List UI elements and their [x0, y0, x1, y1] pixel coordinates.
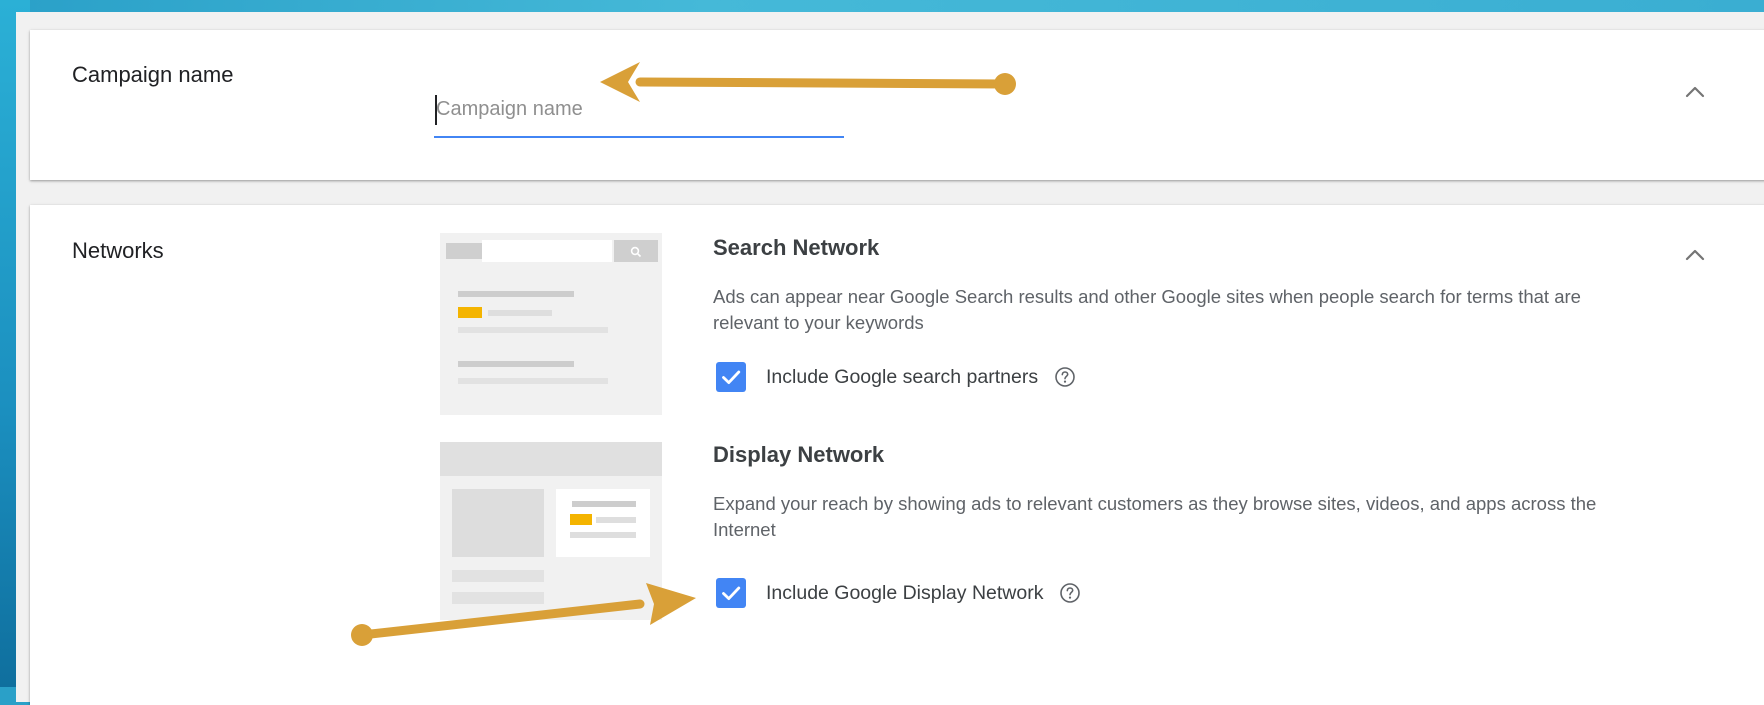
display-network-description: Expand your reach by showing ads to rele… [713, 493, 1597, 540]
help-circle-icon[interactable] [1054, 366, 1076, 388]
illustration-ad-highlight [458, 307, 482, 318]
chevron-up-icon [1685, 249, 1705, 261]
networks-label: Networks [72, 238, 164, 263]
illustration-line [458, 378, 608, 384]
display-network-label: Include Google Display Network [766, 581, 1044, 604]
display-network-option: Include Google Display Network [716, 577, 1081, 609]
illustration-line [452, 570, 544, 582]
illustration-search-icon [630, 245, 642, 263]
illustration-line [596, 517, 636, 523]
search-network-title: Search Network [713, 235, 880, 260]
illustration-line [458, 291, 574, 297]
chevron-up-icon [1685, 86, 1705, 98]
illustration-line [458, 327, 608, 333]
illustration-line [458, 361, 574, 367]
search-network-illustration [440, 233, 662, 415]
campaign-name-input[interactable] [436, 93, 841, 125]
illustration-line [572, 501, 636, 507]
help-circle-icon[interactable] [1059, 582, 1081, 604]
check-icon [722, 370, 741, 384]
campaign-name-label: Campaign name [72, 62, 234, 87]
search-partners-checkbox[interactable] [716, 362, 746, 392]
text-caret [435, 95, 437, 125]
campaign-name-field[interactable] [434, 80, 844, 140]
illustration-line [488, 310, 552, 316]
campaign-name-card: Campaign name [30, 30, 1764, 180]
check-icon [722, 586, 741, 600]
networks-card: Networks Search Network Ads can appear n… [30, 205, 1764, 705]
search-partners-option: Include Google search partners [716, 361, 1076, 393]
illustration-line [570, 532, 636, 538]
illustration-header-bar [440, 442, 662, 476]
illustration-search-bar [482, 240, 612, 262]
display-network-checkbox[interactable] [716, 578, 746, 608]
input-underline [434, 136, 844, 138]
illustration-ad-highlight [570, 514, 592, 525]
collapse-campaign-button[interactable] [1678, 75, 1712, 109]
search-partners-label: Include Google search partners [766, 365, 1039, 388]
display-network-illustration [440, 442, 662, 620]
collapse-networks-button[interactable] [1678, 238, 1712, 272]
search-network-description: Ads can appear near Google Search result… [713, 286, 1581, 333]
display-network-title: Display Network [713, 442, 885, 467]
illustration-content-block [452, 489, 544, 557]
illustration-line [452, 592, 544, 604]
